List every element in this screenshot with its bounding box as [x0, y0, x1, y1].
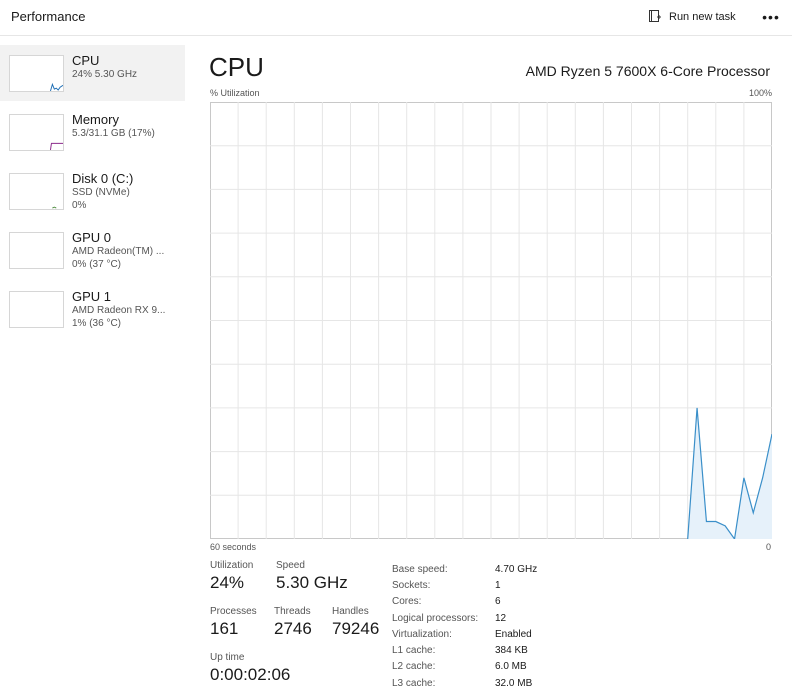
memory-thumbnail-graph: [9, 114, 64, 151]
run-task-label: Run new task: [669, 11, 736, 23]
speed-stat: Speed 5.30 GHz: [276, 560, 348, 593]
sidebar-item-disk-0[interactable]: Disk 0 (C:) SSD (NVMe) 0%: [0, 163, 185, 219]
gpu0-thumbnail-graph: [9, 232, 64, 269]
spec-key: Cores:: [392, 596, 422, 608]
spec-key: Base speed:: [392, 563, 448, 575]
spec-row: Base speed: 4.70 GHz: [392, 561, 537, 577]
spec-value: 4.70 GHz: [495, 563, 538, 575]
stat-value: 79246: [332, 619, 380, 638]
sidebar-item-label: GPU 0: [72, 230, 112, 245]
x-axis-left-label: 60 seconds: [210, 542, 257, 552]
utilization-stat: Utilization 24%: [210, 560, 253, 593]
y-axis-label: % Utilization: [210, 88, 260, 98]
spec-key: L1 cache:: [392, 645, 436, 657]
graph-grid: [210, 102, 772, 539]
stat-label: Processes: [210, 606, 257, 617]
spec-key: Sockets:: [392, 579, 431, 591]
spec-value: 12: [495, 612, 507, 624]
sidebar-item-gpu-1[interactable]: GPU 1 AMD Radeon RX 9... 1% (36 °C): [0, 281, 185, 337]
run-new-task-button[interactable]: Run new task: [648, 6, 736, 28]
disk-thumbnail-graph: [9, 173, 64, 210]
spec-row: Cores: 6: [392, 594, 537, 610]
stat-label: Utilization: [210, 560, 254, 571]
stat-value: 24%: [210, 573, 245, 592]
spec-row: L2 cache: 6.0 MB: [392, 659, 537, 675]
sidebar-item-detail: 5.3/31.1 GB (17%): [72, 128, 155, 139]
spec-value: 32.0 MB: [495, 677, 533, 689]
stat-label: Speed: [276, 560, 305, 571]
sidebar: CPU 24% 5.30 GHz Memory 5.3/31.1 GB (17%…: [0, 45, 185, 340]
main-title: CPU: [209, 52, 264, 82]
sidebar-item-usage: 1% (36 °C): [72, 318, 122, 329]
run-task-icon: [648, 9, 662, 26]
sidebar-item-usage: 0% (37 °C): [72, 259, 122, 270]
sidebar-item-label: Memory: [72, 112, 119, 127]
spec-row: L1 cache: 384 KB: [392, 642, 537, 658]
processor-specs: Base speed: 4.70 GHz Sockets: 1 Cores: 6 Lo…: [392, 561, 537, 691]
sidebar-item-detail: 24% 5.30 GHz: [72, 69, 138, 80]
sidebar-item-label: Disk 0 (C:): [72, 171, 134, 186]
spec-value: Enabled: [495, 628, 532, 640]
sidebar-item-memory[interactable]: Memory 5.3/31.1 GB (17%): [0, 104, 185, 160]
spec-key: L3 cache:: [392, 677, 436, 689]
spec-row: Sockets: 1: [392, 577, 537, 593]
processes-stat: Processes 161: [210, 606, 257, 639]
sidebar-item-detail: SSD (NVMe): [72, 187, 130, 198]
spec-row: Virtualization: Enabled: [392, 626, 537, 642]
spec-key: L2 cache:: [392, 661, 436, 673]
stat-label: Threads: [274, 606, 311, 617]
spec-value: 6: [495, 596, 501, 608]
x-axis-right-label: 0: [766, 542, 772, 552]
stat-value: 0:00:02:06: [210, 665, 291, 684]
header-bar: Performance Run new task •••: [0, 0, 792, 36]
spec-key: Virtualization:: [392, 628, 452, 640]
spec-value: 6.0 MB: [495, 661, 527, 673]
uptime-stat: Up time 0:00:02:06: [210, 652, 290, 685]
spec-value: 384 KB: [495, 645, 528, 657]
sidebar-item-gpu-0[interactable]: GPU 0 AMD Radeon(TM) ... 0% (37 °C): [0, 222, 185, 278]
sidebar-item-label: GPU 1: [72, 289, 112, 304]
sidebar-item-usage: 0%: [72, 200, 87, 211]
spec-row: L3 cache: 32.0 MB: [392, 675, 537, 691]
processor-name: AMD Ryzen 5 7600X 6-Core Processor: [525, 63, 770, 79]
sidebar-item-label: CPU: [72, 53, 100, 68]
stat-label: Handles: [332, 606, 369, 617]
more-options-button[interactable]: •••: [760, 7, 782, 27]
sidebar-item-detail: AMD Radeon(TM) ...: [72, 246, 165, 257]
threads-stat: Threads 2746: [274, 606, 312, 639]
sidebar-item-detail: AMD Radeon RX 9...: [72, 305, 166, 316]
stat-value: 5.30 GHz: [276, 573, 348, 592]
stat-value: 161: [210, 619, 239, 638]
stat-label: Up time: [210, 652, 245, 663]
stat-value: 2746: [274, 619, 312, 638]
page-title: Performance: [11, 9, 86, 24]
gpu1-thumbnail-graph: [9, 291, 64, 328]
spec-value: 1: [495, 579, 501, 591]
cpu-thumbnail-graph: [9, 55, 64, 92]
sidebar-item-cpu[interactable]: CPU 24% 5.30 GHz: [0, 45, 185, 101]
spec-key: Logical processors:: [392, 612, 479, 624]
spec-row: Logical processors: 12: [392, 610, 537, 626]
y-max-label: 100%: [748, 88, 772, 98]
handles-stat: Handles 79246: [332, 606, 379, 639]
cpu-utilization-graph: [210, 102, 772, 539]
